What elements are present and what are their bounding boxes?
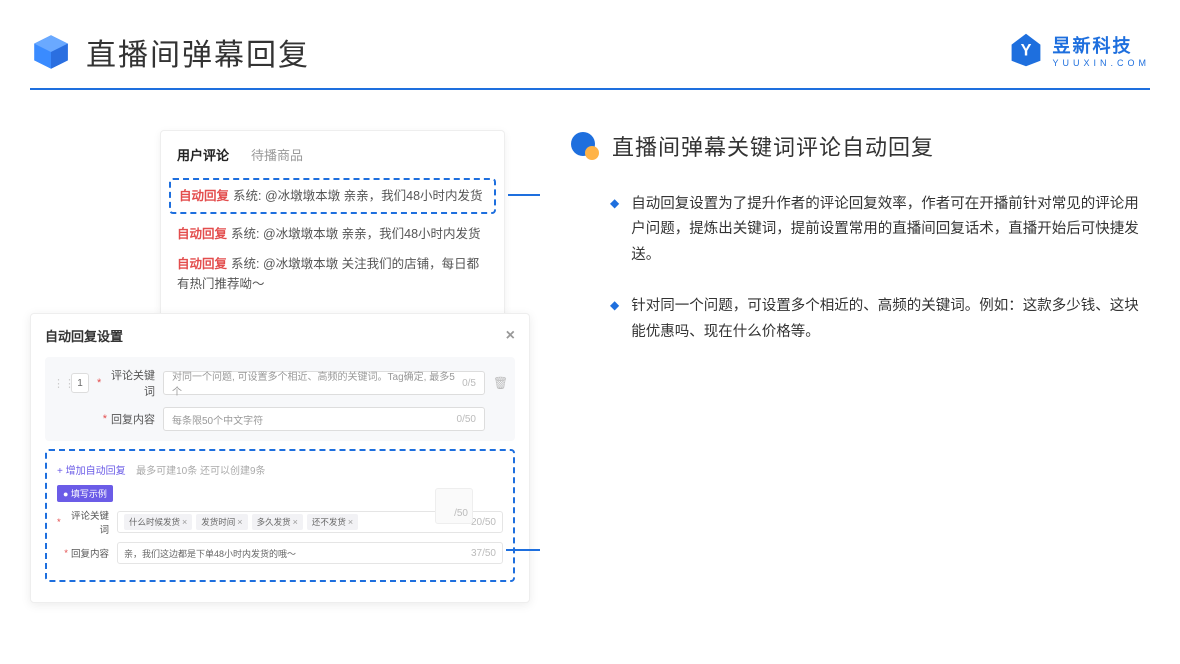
- tab-user-comments[interactable]: 用户评论: [177, 145, 229, 164]
- auto-reply-tag: 自动回复: [177, 257, 227, 271]
- stray-count: /50: [435, 488, 473, 524]
- content-label: 回复内容: [111, 411, 155, 427]
- tag-chip: 还不发货×: [307, 514, 358, 530]
- comment-row: 自动回复系统: @冰墩墩本墩 关注我们的店铺，每日都有热门推荐呦～: [177, 254, 488, 294]
- brand-logo: Y 昱新科技 YUUXIN.COM: [1008, 32, 1150, 68]
- svg-text:Y: Y: [1021, 41, 1032, 59]
- bullet-item: ◆ 针对同一个问题，可设置多个相近的、高频的关键词。例如：这款多少钱、这块能优惠…: [570, 294, 1150, 345]
- tag-remove-icon[interactable]: ×: [182, 517, 187, 527]
- tag-remove-icon[interactable]: ×: [293, 517, 298, 527]
- hint-text: 最多可建10条 还可以创建9条: [136, 466, 265, 477]
- settings-title: 自动回复设置 ×: [45, 326, 515, 345]
- keyword-label: 评论关键词: [105, 367, 155, 399]
- page-header: 直播间弹幕回复 Y 昱新科技 YUUXIN.COM: [0, 0, 1180, 88]
- brand-name: 昱新科技: [1052, 32, 1150, 58]
- auto-reply-tag: 自动回复: [177, 227, 227, 241]
- settings-panel: 自动回复设置 × ⋮⋮ 1 *评论关键词 对同一个问题, 可设置多个相近、高频的…: [30, 313, 530, 603]
- cube-icon: [30, 31, 72, 73]
- bullet-item: ◆ 自动回复设置为了提升作者的评论回复效率，作者可在开播前针对常见的评论用户问题…: [570, 192, 1150, 268]
- diamond-icon: ◆: [610, 294, 619, 345]
- ex-content-label: 回复内容: [71, 546, 109, 560]
- close-icon[interactable]: ×: [506, 327, 515, 345]
- keyword-input[interactable]: 对同一个问题, 可设置多个相近、高频的关键词。Tag确定, 最多5个 0/5: [163, 371, 485, 395]
- ex-keyword-label: 评论关键词: [64, 508, 109, 536]
- auto-reply-tag: 自动回复: [179, 189, 229, 203]
- tag-remove-icon[interactable]: ×: [348, 517, 353, 527]
- page-title: 直播间弹幕回复: [86, 30, 310, 74]
- tag-remove-icon[interactable]: ×: [237, 517, 242, 527]
- diamond-icon: ◆: [610, 192, 619, 268]
- comment-row: 自动回复系统: @冰墩墩本墩 亲亲，我们48小时内发货: [177, 224, 488, 244]
- content-input[interactable]: 每条限50个中文字符 0/50: [163, 407, 485, 431]
- order-number: 1: [71, 373, 89, 393]
- section-title: 直播间弹幕关键词评论自动回复: [612, 130, 934, 162]
- tag-chip: 什么时候发货×: [124, 514, 192, 530]
- tag-chip: 发货时间×: [196, 514, 247, 530]
- comments-panel: 用户评论 待播商品 自动回复系统: @冰墩墩本墩 亲亲，我们48小时内发货 自动…: [160, 130, 505, 321]
- ex-content-input[interactable]: 亲，我们这边都是下单48小时内发货的哦～ 37/50: [117, 542, 503, 564]
- brand-icon: Y: [1008, 32, 1044, 68]
- comment-tabs: 用户评论 待播商品: [177, 145, 488, 164]
- comment-row: 自动回复系统: @冰墩墩本墩 亲亲，我们48小时内发货: [169, 178, 496, 214]
- delete-icon[interactable]: 🗑: [493, 376, 507, 390]
- tab-pending-goods[interactable]: 待播商品: [251, 145, 303, 164]
- example-badge: ● 填写示例: [57, 485, 113, 502]
- add-auto-reply-link[interactable]: + 增加自动回复: [57, 466, 126, 477]
- drag-handle-icon[interactable]: ⋮⋮: [53, 377, 63, 390]
- form-block: ⋮⋮ 1 *评论关键词 对同一个问题, 可设置多个相近、高频的关键词。Tag确定…: [45, 357, 515, 441]
- description-section: 直播间弹幕关键词评论自动回复 ◆ 自动回复设置为了提升作者的评论回复效率，作者可…: [570, 130, 1150, 603]
- brand-sub: YUUXIN.COM: [1052, 58, 1150, 68]
- section-icon: [570, 131, 600, 161]
- tag-chip: 多久发货×: [252, 514, 303, 530]
